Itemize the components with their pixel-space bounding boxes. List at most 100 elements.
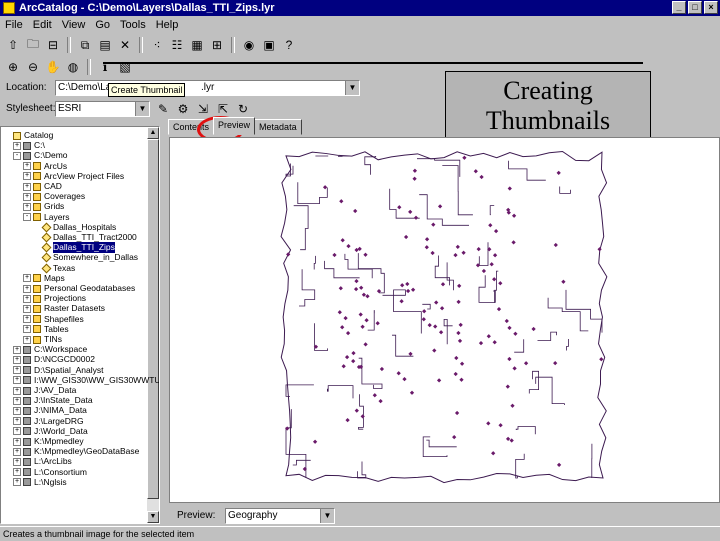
edit-metadata-icon[interactable]: ✎ <box>154 100 172 118</box>
disconnect-folder-icon[interactable]: ⊟ <box>44 36 62 54</box>
expand-icon[interactable]: + <box>23 305 31 313</box>
tab-metadata[interactable]: Metadata <box>254 119 302 135</box>
menu-file[interactable]: File <box>0 19 28 31</box>
tree-scrollbar[interactable]: ▲ ▼ <box>147 127 159 523</box>
launch-arcmap-icon[interactable]: ◉ <box>240 36 258 54</box>
maximize-button[interactable]: □ <box>688 1 702 14</box>
arctoolbox-icon[interactable]: ▣ <box>260 36 278 54</box>
zip-boundary <box>419 195 469 226</box>
expand-icon[interactable]: + <box>13 387 21 395</box>
point-symbol <box>512 366 516 370</box>
zip-boundary <box>298 182 328 203</box>
expand-icon[interactable]: + <box>13 417 21 425</box>
zoom-in-icon[interactable]: ⊕ <box>4 58 22 76</box>
delete-icon[interactable]: ✕ <box>116 36 134 54</box>
close-button[interactable]: × <box>704 1 718 14</box>
expand-icon[interactable]: + <box>13 397 21 405</box>
menu-tools[interactable]: Tools <box>115 19 151 31</box>
zoom-out-icon[interactable]: ⊖ <box>24 58 42 76</box>
expand-icon[interactable]: + <box>23 183 31 191</box>
expand-icon[interactable]: + <box>13 468 21 476</box>
menu-edit[interactable]: Edit <box>28 19 57 31</box>
expand-icon[interactable]: + <box>13 356 21 364</box>
metadata-properties-icon[interactable]: ⚙ <box>174 100 192 118</box>
expand-icon[interactable]: + <box>13 142 21 150</box>
zip-boundary <box>417 159 460 177</box>
expand-icon[interactable]: + <box>13 438 21 446</box>
scroll-down-icon[interactable]: ▼ <box>147 511 159 523</box>
point-symbol <box>405 282 409 286</box>
details-icon[interactable]: ▦ <box>188 36 206 54</box>
expand-icon[interactable]: + <box>23 336 31 344</box>
layer-icon <box>42 253 52 263</box>
scroll-thumb[interactable] <box>147 139 159 499</box>
point-symbol <box>456 300 460 304</box>
expand-icon[interactable]: + <box>23 162 31 170</box>
expand-icon[interactable]: + <box>23 315 31 323</box>
import-metadata-icon[interactable]: ⇲ <box>194 100 212 118</box>
chevron-down-icon[interactable]: ▼ <box>135 102 149 116</box>
point-symbol <box>338 310 342 314</box>
large-icons-icon[interactable]: ⁖ <box>148 36 166 54</box>
collapse-icon[interactable]: - <box>13 152 21 160</box>
thumbnails-icon[interactable]: ⊞ <box>208 36 226 54</box>
pan-icon[interactable]: ✋ <box>44 58 62 76</box>
chevron-down-icon[interactable]: ▼ <box>345 81 359 95</box>
scroll-up-icon[interactable]: ▲ <box>147 127 159 139</box>
arccatalog-app-icon <box>3 2 15 14</box>
catalog-tree[interactable]: ▲ ▼ Catalog+C:\-C:\Demo+ArcUs+ArcView Pr… <box>0 126 160 524</box>
window-title-bar[interactable]: ArcCatalog - C:\Demo\Layers\Dallas_TTI_Z… <box>0 0 720 16</box>
minimize-button[interactable]: _ <box>672 1 686 14</box>
expand-icon[interactable]: + <box>23 274 31 282</box>
expand-icon[interactable]: + <box>13 407 21 415</box>
collapse-icon[interactable]: - <box>23 213 31 221</box>
list-icon[interactable]: ☷ <box>168 36 186 54</box>
point-symbol <box>408 210 412 214</box>
point-symbol <box>454 372 458 376</box>
expand-icon[interactable]: + <box>23 203 31 211</box>
expand-icon[interactable]: + <box>13 427 21 435</box>
zip-boundary <box>536 377 565 405</box>
expand-icon[interactable]: + <box>23 285 31 293</box>
menu-view[interactable]: View <box>57 19 91 31</box>
expand-icon[interactable]: + <box>13 458 21 466</box>
point-symbol <box>477 247 481 251</box>
preview-pane[interactable] <box>169 137 720 503</box>
point-symbol <box>482 269 486 273</box>
whats-this-icon[interactable]: ? <box>280 36 298 54</box>
expand-icon[interactable]: + <box>23 325 31 333</box>
copy-icon[interactable]: ⧉ <box>76 36 94 54</box>
paste-icon[interactable]: ▤ <box>96 36 114 54</box>
create-thumbnail-icon[interactable]: ▧ <box>116 58 134 76</box>
identify-icon[interactable]: ℹ <box>96 58 114 76</box>
menu-go[interactable]: Go <box>90 19 115 31</box>
tab-preview[interactable]: Preview <box>213 117 255 135</box>
expand-icon[interactable]: + <box>13 376 21 384</box>
point-symbol <box>461 251 465 255</box>
expand-icon[interactable]: + <box>23 172 31 180</box>
stylesheet-combo[interactable]: ESRI ▼ <box>55 101 150 117</box>
zip-boundary <box>490 206 494 215</box>
full-extent-icon[interactable]: ◍ <box>64 58 82 76</box>
expand-icon[interactable]: + <box>23 193 31 201</box>
connect-folder-icon[interactable]: 🗀 <box>24 36 42 54</box>
chevron-down-icon[interactable]: ▼ <box>320 509 334 523</box>
up-one-level-icon[interactable]: ⇧ <box>4 36 22 54</box>
expand-icon[interactable]: + <box>13 366 21 374</box>
point-symbol <box>323 185 327 189</box>
expand-icon[interactable]: + <box>13 346 21 354</box>
expand-icon[interactable]: + <box>13 448 21 456</box>
point-symbol <box>438 204 442 208</box>
county-boundary <box>281 152 607 483</box>
update-metadata-icon[interactable]: ↻ <box>234 100 252 118</box>
drive-icon <box>23 366 31 374</box>
tree-item[interactable]: +L:\Nglsis <box>13 477 67 488</box>
zip-boundary <box>444 319 453 344</box>
point-symbol <box>505 319 509 323</box>
folder-icon <box>33 295 41 303</box>
expand-icon[interactable]: + <box>23 295 31 303</box>
preview-mode-select[interactable]: Geography ▼ <box>225 508 335 524</box>
location-combo[interactable]: C:\Demo\Layers .lyr ▼ <box>55 80 360 96</box>
expand-icon[interactable]: + <box>13 478 21 486</box>
menu-help[interactable]: Help <box>151 19 184 31</box>
